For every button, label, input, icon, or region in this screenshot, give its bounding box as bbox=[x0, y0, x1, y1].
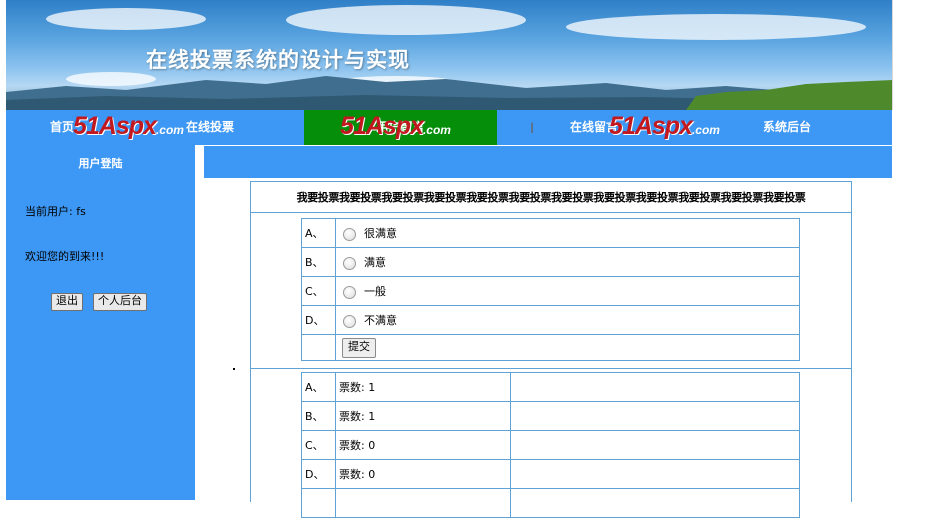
page-title: 在线投票系统的设计与实现 bbox=[146, 47, 410, 72]
result-bar-cell bbox=[510, 372, 800, 402]
submit-cell: 提交 bbox=[335, 334, 800, 361]
option-cell: 不满意 bbox=[335, 305, 800, 335]
result-letter: B、 bbox=[301, 401, 336, 431]
main-nav: 首页 在线投票 用户留言 在线留言 系统后台 51Aspx.com 51Aspx… bbox=[6, 110, 892, 145]
poll-panel: 我要投票我要投票我要投票我要投票我要投票我要投票我要投票我要投票我要投票我要投票… bbox=[250, 181, 852, 518]
submit-button[interactable]: 提交 bbox=[342, 337, 376, 358]
result-row bbox=[301, 488, 800, 518]
option-label: 满意 bbox=[364, 256, 386, 269]
text-cursor-icon: Ι bbox=[530, 121, 535, 137]
sidebar: 用户登陆 当前用户: fs 欢迎您的到来!!! 退出 个人后台 bbox=[6, 145, 195, 500]
vote-options-table: A、 很满意 B、 满意 C、 一般 D、 不满意 提交 bbox=[301, 218, 800, 361]
option-letter: A、 bbox=[301, 218, 336, 248]
login-heading: 用户登陆 bbox=[78, 157, 123, 170]
option-row: B、 满意 bbox=[301, 247, 800, 277]
result-row: B、 票数: 1 bbox=[301, 401, 800, 431]
poll-question: 我要投票我要投票我要投票我要投票我要投票我要投票我要投票我要投票我要投票我要投票… bbox=[296, 191, 806, 204]
result-letter: D、 bbox=[301, 459, 336, 489]
radio-button[interactable] bbox=[343, 314, 356, 328]
radio-button[interactable] bbox=[343, 285, 356, 299]
cloud-decor bbox=[46, 8, 206, 30]
result-letter: A、 bbox=[301, 372, 336, 402]
nav-item-user-message-label: 用户留言 bbox=[376, 120, 425, 134]
result-row: A、 票数: 1 bbox=[301, 372, 800, 402]
divider bbox=[892, 0, 893, 110]
empty-cell bbox=[510, 488, 800, 518]
watermark-logo: 51Aspx.com bbox=[609, 112, 720, 140]
option-row: C、 一般 bbox=[301, 276, 800, 306]
empty-cell bbox=[301, 488, 336, 518]
option-letter: B、 bbox=[301, 247, 336, 277]
divider bbox=[251, 368, 851, 369]
option-label: 不满意 bbox=[364, 314, 397, 327]
content-header-strip bbox=[204, 146, 892, 178]
nav-item-vote[interactable]: 在线投票 bbox=[186, 110, 234, 145]
result-row: D、 票数: 0 bbox=[301, 459, 800, 489]
result-bar-cell bbox=[510, 430, 800, 460]
empty-cell bbox=[301, 334, 336, 361]
divider bbox=[251, 212, 851, 213]
cloud-decor bbox=[566, 14, 866, 40]
result-letter: C、 bbox=[301, 430, 336, 460]
option-row: D、 不满意 bbox=[301, 305, 800, 335]
watermark-logo: 51Aspx.com bbox=[73, 112, 184, 140]
nav-item-admin[interactable]: 系统后台 bbox=[763, 110, 811, 145]
option-letter: D、 bbox=[301, 305, 336, 335]
profile-button[interactable]: 个人后台 bbox=[93, 293, 147, 311]
cloud-decor bbox=[286, 5, 526, 35]
nav-item-home[interactable]: 首页 bbox=[50, 110, 74, 145]
welcome-text: 欢迎您的到来!!! bbox=[25, 250, 105, 263]
nav-item-online-message[interactable]: 在线留言 bbox=[570, 110, 618, 145]
option-cell: 满意 bbox=[335, 247, 800, 277]
mountain-landscape bbox=[6, 76, 892, 110]
option-cell: 很满意 bbox=[335, 218, 800, 248]
logout-button[interactable]: 退出 bbox=[51, 293, 83, 311]
radio-button[interactable] bbox=[343, 256, 356, 270]
nav-item-user-message[interactable]: 用户留言 bbox=[304, 110, 497, 145]
radio-button[interactable] bbox=[343, 227, 356, 241]
result-count: 票数: 1 bbox=[335, 401, 511, 431]
stray-dot bbox=[233, 368, 235, 370]
option-label: 一般 bbox=[364, 285, 386, 298]
option-letter: C、 bbox=[301, 276, 336, 306]
empty-cell bbox=[335, 488, 511, 518]
result-bar-cell bbox=[510, 401, 800, 431]
result-count: 票数: 0 bbox=[335, 430, 511, 460]
option-row: A、 很满意 bbox=[301, 218, 800, 248]
submit-row: 提交 bbox=[301, 334, 800, 361]
option-cell: 一般 bbox=[335, 276, 800, 306]
result-count: 票数: 0 bbox=[335, 459, 511, 489]
header-banner: 在线投票系统的设计与实现 bbox=[6, 0, 892, 110]
result-row: C、 票数: 0 bbox=[301, 430, 800, 460]
result-count: 票数: 1 bbox=[335, 372, 511, 402]
option-label: 很满意 bbox=[364, 227, 397, 240]
vote-results-table: A、 票数: 1 B、 票数: 1 C、 票数: 0 D、 票数: 0 bbox=[301, 372, 800, 518]
result-bar-cell bbox=[510, 459, 800, 489]
current-user-label: 当前用户: fs bbox=[25, 205, 86, 218]
